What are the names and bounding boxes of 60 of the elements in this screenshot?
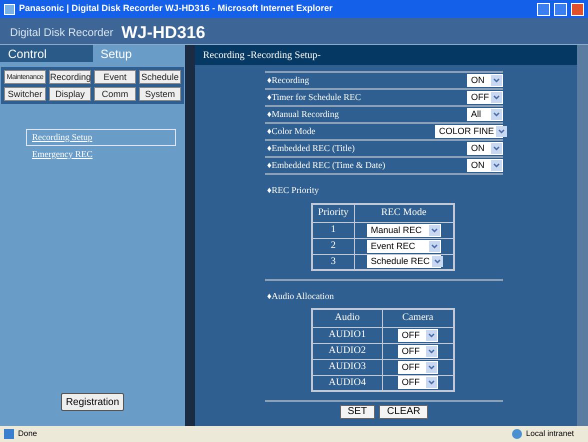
model-text: WJ-HD316 <box>121 24 206 41</box>
menu-button[interactable]: System <box>139 87 181 101</box>
dropdown[interactable]: ON <box>467 74 503 87</box>
chevron-down-icon <box>426 346 437 356</box>
chevron-down-icon <box>491 109 502 120</box>
zone-text: Local intranet <box>526 428 575 440</box>
table-cell: AUDIO1 <box>312 327 382 343</box>
chevron-down-icon <box>432 256 443 268</box>
action-button[interactable]: CLEAR <box>379 405 428 419</box>
scrollbar[interactable] <box>577 45 588 426</box>
dropdown[interactable]: OFF <box>398 344 438 358</box>
setting-label: ♦Embedded REC (Time & Date) <box>267 158 386 172</box>
chevron-down-icon <box>491 160 502 171</box>
chevron-down-icon <box>491 92 502 103</box>
chevron-down-icon <box>426 377 437 388</box>
section-label: ♦Audio Allocation <box>267 291 334 301</box>
setting-label: ♦Embedded REC (Title) <box>267 142 355 155</box>
dropdown[interactable]: OFF <box>398 328 438 342</box>
setting-label: ♦Color Mode <box>267 124 316 138</box>
chevron-down-icon <box>496 126 508 137</box>
menu-button[interactable]: Switcher <box>4 87 46 101</box>
globe-icon <box>512 429 522 439</box>
tab[interactable]: Control <box>0 45 92 62</box>
menu-button[interactable]: Event <box>94 70 136 84</box>
action-button[interactable]: SET <box>340 405 376 419</box>
setting-label: ♦Recording <box>267 74 310 87</box>
menu-button[interactable]: Comm <box>94 87 136 101</box>
dropdown[interactable]: All <box>467 108 503 121</box>
section-label: ♦REC Priority <box>267 185 319 195</box>
chevron-down-icon <box>491 143 502 154</box>
setting-label: ♦Timer for Schedule REC <box>267 90 362 104</box>
setting-label: ♦Manual Recording <box>267 108 339 121</box>
chevron-down-icon <box>426 362 437 372</box>
column-header: Audio <box>312 309 382 327</box>
chevron-down-icon <box>491 75 502 86</box>
dropdown[interactable]: ON <box>467 142 503 155</box>
table-cell: 1 <box>312 222 354 238</box>
dropdown[interactable]: OFF <box>398 360 438 374</box>
chevron-down-icon <box>426 330 437 340</box>
chevron-down-icon <box>428 240 440 252</box>
dropdown[interactable]: ON <box>467 159 503 172</box>
table-cell: AUDIO3 <box>312 359 382 375</box>
menu-button[interactable]: Display <box>49 87 91 101</box>
close-icon[interactable] <box>571 2 584 16</box>
chevron-down-icon <box>428 224 440 236</box>
dropdown[interactable]: OFF <box>467 91 503 104</box>
dropdown[interactable]: OFF <box>398 376 438 390</box>
panel-title: Recording -Recording Setup- <box>203 48 321 62</box>
menu-button[interactable]: Recording <box>49 70 91 84</box>
brand-text: Digital Disk Recorder <box>10 26 114 40</box>
table-cell: 2 <box>312 238 354 254</box>
status-text: Done <box>18 428 38 440</box>
registration-button[interactable]: Registration <box>60 393 124 411</box>
dropdown[interactable]: Schedule REC <box>366 255 441 268</box>
column-header: Priority <box>312 204 354 222</box>
table-cell: AUDIO2 <box>312 343 382 359</box>
window-title: Panasonic | Digital Disk Recorder WJ-HD316 - Microsoft Internet Explorer <box>19 2 334 16</box>
menu-button[interactable]: Schedule <box>139 70 181 84</box>
dropdown[interactable]: Manual REC <box>366 224 441 236</box>
dropdown[interactable]: Event REC <box>366 240 441 252</box>
